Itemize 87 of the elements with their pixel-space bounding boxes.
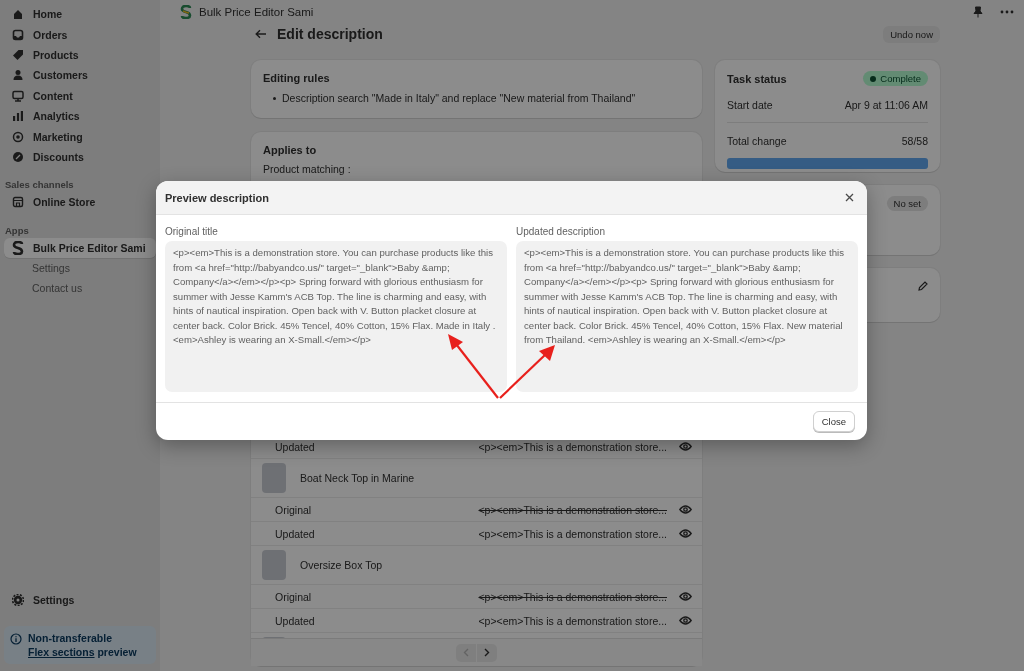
card-title: Task status — [727, 72, 787, 85]
nav-item[interactable]: Contact us — [4, 278, 156, 299]
description-preview: <p><em>This is a demonstration store... — [478, 527, 667, 540]
eye-icon — [679, 616, 692, 625]
app-title: Bulk Price Editor Sami — [199, 6, 314, 18]
page-title: Edit description — [277, 26, 383, 42]
bar-chart-icon — [12, 110, 24, 123]
close-button[interactable]: Close — [812, 411, 855, 432]
field-label: Total change — [727, 134, 787, 147]
store-icon — [12, 196, 24, 209]
target-icon — [12, 130, 24, 143]
description-preview: <p><em>This is a demonstration store... — [478, 503, 667, 516]
field-value: 58/58 — [901, 134, 928, 147]
pencil-icon — [918, 280, 928, 291]
flex-sections-link[interactable]: Flex sections — [28, 646, 95, 658]
nav-item[interactable]: Bulk Price Editor Sami — [4, 237, 156, 258]
card-title: Applies to — [263, 144, 318, 156]
tag-icon — [12, 48, 24, 61]
notice-text: Flex sections preview — [28, 646, 137, 658]
discount-icon — [12, 150, 24, 163]
photo-placeholder — [262, 463, 286, 493]
product-name: Boat Neck Top in Marine — [300, 472, 415, 484]
annotation-arrow — [448, 334, 499, 399]
photo-placeholder — [262, 550, 286, 580]
back-arrow-icon — [255, 29, 267, 39]
nav-item[interactable]: Discounts — [4, 146, 156, 168]
close-icon — [845, 193, 854, 202]
section-heading: Apps — [4, 224, 30, 236]
field-label: Original title — [165, 226, 219, 237]
card-title: Editing rules — [263, 72, 331, 84]
undo-button[interactable]: Undo now — [883, 25, 940, 43]
description-text: <p><em>This is a demonstration store. You can purchase products like this from <a href="http://babyandco.us/" target="_blank">Baby &amp; Company</a></em></p><p> Spring forward with glorious enthusiasm for summer with Jesse Kamm's ACB Top. The line is charming and easy, with hints of nautical inspiration. Open back with V. Button placket closure at center back. Color Brick. 45% Tencel, 40% Cotton, 15% Flax. New material from Thailand. <em>Ashley is wearing an X-Small.</em></p> — [516, 241, 858, 392]
description-preview: <p><em>This is a demonstration store... — [478, 590, 667, 603]
view-button[interactable] — [677, 527, 694, 540]
field-label: Updated description — [516, 226, 606, 237]
annotation-arrow — [499, 345, 555, 399]
nav-item[interactable]: Orders — [4, 24, 156, 45]
view-button[interactable] — [677, 503, 694, 516]
chevron-left-icon — [463, 648, 469, 657]
eye-icon — [679, 592, 692, 601]
description-preview: <p><em>This is a demonstration store... — [478, 614, 667, 627]
section-heading: Sales channels — [4, 179, 75, 191]
product-name: Oversize Box Top — [300, 559, 383, 571]
home-icon — [12, 8, 24, 21]
nav-item[interactable]: Home — [4, 4, 156, 25]
version-label: Updated — [275, 614, 315, 627]
info-icon — [10, 633, 22, 645]
nav-item[interactable]: Settings — [4, 589, 156, 610]
nav-item[interactable]: Settings — [4, 257, 156, 279]
matching-label: Product matching : — [263, 163, 352, 175]
description-text: <p><em>This is a demonstration store. You can purchase products like this from <a href="http://babyandco.us/" target="_blank">Baby &amp; Company</a></em></p><p> Spring forward with glorious enthusiasm for summer with Jesse Kamm's ACB Top. The line is charming and easy, with hints of nautical inspiration. Open back with V. Button placket closure at center back. Color Brick. 45% Tencel, 40% Cotton, 15% Flax. Made in Italy . <em>Ashley is wearing an X-Small.</em></p> — [165, 241, 507, 392]
chevron-right-icon — [484, 648, 490, 657]
eye-icon — [679, 442, 692, 451]
status-dot-icon — [870, 75, 877, 82]
version-label: Original — [275, 590, 312, 603]
gear-icon — [12, 593, 24, 606]
bullet-icon — [273, 96, 276, 100]
next-page-button[interactable] — [477, 643, 497, 662]
nav-item[interactable]: Analytics — [4, 105, 156, 127]
version-label: Updated — [275, 527, 315, 540]
field-label: Start date — [727, 98, 773, 111]
nav-item[interactable]: Content — [4, 85, 156, 106]
status-badge: No set — [886, 196, 928, 211]
rule-text: Description search "Made in Italy" and replace "New material from Thailand" — [282, 92, 636, 104]
view-button[interactable] — [677, 440, 694, 453]
notice-title: Non-transferable — [28, 632, 113, 644]
monitor-icon — [12, 89, 24, 102]
nav-item[interactable]: Marketing — [4, 126, 156, 147]
app-logo-icon — [180, 5, 192, 19]
view-button[interactable] — [677, 590, 694, 603]
version-label: Updated — [275, 440, 315, 453]
person-icon — [12, 69, 24, 82]
version-label: Original — [275, 503, 312, 516]
more-icon — [1000, 10, 1014, 14]
eye-icon — [679, 505, 692, 514]
field-value: Apr 9 at 11:06 AM — [844, 98, 928, 111]
status-badge: Complete — [863, 71, 928, 86]
app-logo-icon — [12, 240, 24, 255]
description-preview: <p><em>This is a demonstration store... — [478, 440, 667, 453]
view-button[interactable] — [677, 614, 694, 627]
nav-item[interactable]: Online Store — [4, 192, 156, 213]
nav-item[interactable]: Customers — [4, 65, 156, 86]
tray-icon — [12, 28, 24, 41]
pin-icon — [973, 6, 983, 18]
nav-item[interactable]: Products — [4, 44, 156, 66]
modal-title: Preview description — [165, 191, 269, 204]
eye-icon — [679, 529, 692, 538]
